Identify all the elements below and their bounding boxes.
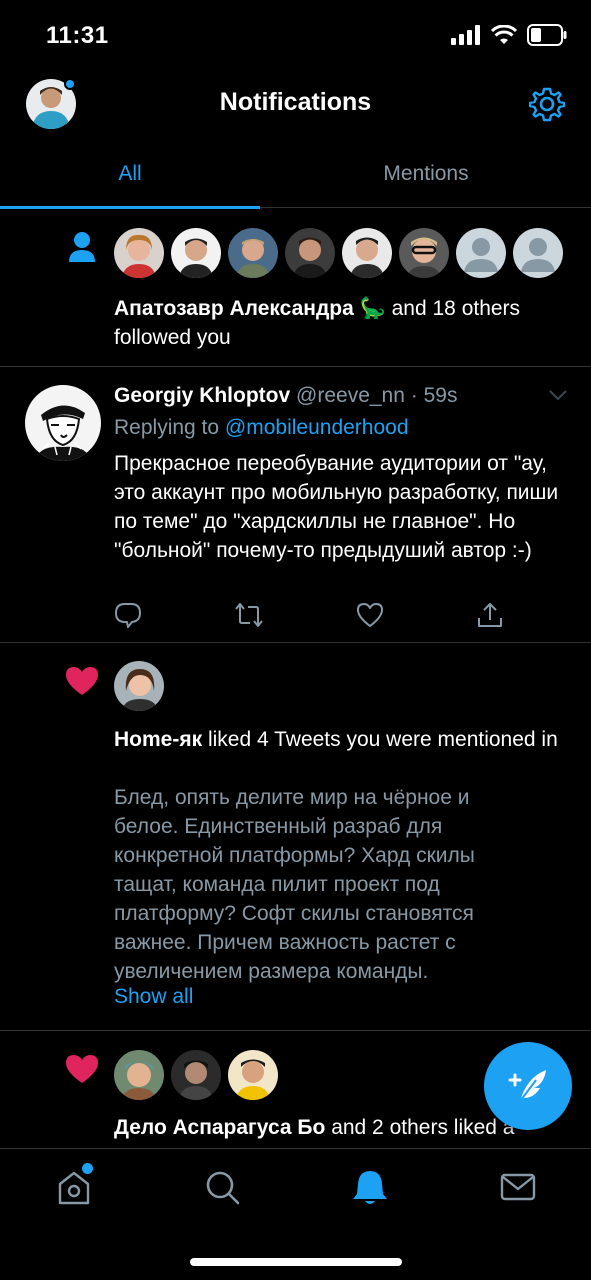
liker-name[interactable]: Home-як: [114, 728, 202, 751]
header: Notifications: [0, 70, 591, 140]
compose-feather-icon: [508, 1070, 546, 1105]
tab-mentions[interactable]: Mentions: [296, 150, 556, 208]
follower-avatar[interactable]: [399, 228, 449, 278]
tweet-time: · 59s: [410, 384, 458, 407]
follower-avatar[interactable]: [228, 228, 278, 278]
search-icon[interactable]: [202, 1167, 242, 1207]
tweet-reply[interactable]: Georgiy Khloptov @reeve_nn · 59s Replyin…: [0, 367, 591, 643]
follower-avatar[interactable]: [513, 228, 563, 278]
home-badge-dot: [82, 1163, 93, 1174]
tweet-actions: [114, 601, 504, 629]
tweet-author[interactable]: Georgiy Khloptov: [114, 384, 290, 407]
show-all-link[interactable]: Show all: [114, 982, 193, 1011]
home-indicator: [190, 1258, 402, 1266]
liker-avatar[interactable]: [114, 1050, 164, 1100]
tweet-text: Прекрасное переобувание аудитории от "ау…: [114, 452, 559, 562]
follower-avatar[interactable]: [114, 228, 164, 278]
follow-text: Апатозавр Александра 🦕 and 18 others fol…: [114, 294, 564, 352]
heart-icon: [66, 667, 98, 695]
liker-avatar[interactable]: [228, 1050, 278, 1100]
tweet-meta: Georgiy Khloptov @reeve_nn · 59s: [114, 381, 554, 410]
settings-gear-icon[interactable]: [529, 86, 565, 122]
follower-avatar[interactable]: [171, 228, 221, 278]
page-title: Notifications: [219, 88, 372, 116]
follow-action: followed you: [114, 326, 231, 349]
like-icon[interactable]: [356, 601, 384, 629]
messages-icon[interactable]: [498, 1167, 538, 1207]
signal-icon: [451, 25, 480, 45]
like-text: Home-як liked 4 Tweets you were mentione…: [114, 725, 564, 754]
reply-icon[interactable]: [114, 601, 142, 629]
status-icons: [451, 24, 567, 46]
tab-all[interactable]: All: [0, 150, 260, 209]
status-time: 11:31: [46, 22, 109, 49]
like-action: liked 4 Tweets you were mentioned in: [207, 728, 558, 751]
liker-avatar[interactable]: [171, 1050, 221, 1100]
liker-avatar[interactable]: [114, 661, 164, 711]
author-avatar[interactable]: [25, 385, 101, 461]
retweet-icon[interactable]: [234, 601, 264, 629]
tabs: All Mentions: [0, 150, 591, 209]
compose-tweet-button[interactable]: [484, 1042, 572, 1130]
person-icon: [69, 232, 95, 262]
liked-tweet-preview: Блед, опять делите мир на чёрное и белое…: [114, 786, 475, 983]
like-notification[interactable]: Home-як liked 4 Tweets you were mentione…: [0, 643, 591, 1031]
follower-avatar[interactable]: [285, 228, 335, 278]
replying-handle[interactable]: @mobileunderhood: [225, 416, 409, 439]
replying-to: Replying to @mobileunderhood: [114, 413, 409, 442]
notifications-bell-icon[interactable]: [350, 1167, 390, 1207]
tweet-handle[interactable]: @reeve_nn: [296, 384, 405, 407]
dinosaur-emoji: 🦕: [359, 297, 386, 320]
follower-avatar[interactable]: [456, 228, 506, 278]
follow-notification[interactable]: Апатозавр Александра 🦕 and 18 others fol…: [0, 209, 591, 367]
follower-avatar[interactable]: [342, 228, 392, 278]
follower-name[interactable]: Апатозавр Александра: [114, 297, 354, 320]
share-icon[interactable]: [476, 601, 504, 629]
wifi-icon: [491, 25, 517, 44]
liker-name[interactable]: Дело Аспарагуса Бо: [114, 1116, 325, 1139]
follower-avatars: [114, 228, 563, 278]
liker-avatars: [114, 1050, 278, 1100]
heart-icon: [66, 1055, 98, 1083]
like-action: and 2 others liked a: [331, 1116, 515, 1139]
battery-icon: [527, 24, 567, 46]
chevron-down-icon[interactable]: [548, 389, 568, 401]
replying-prefix: Replying to: [114, 416, 220, 439]
follow-others: and 18 others: [391, 297, 521, 320]
status-bar: 11:31: [0, 0, 591, 70]
